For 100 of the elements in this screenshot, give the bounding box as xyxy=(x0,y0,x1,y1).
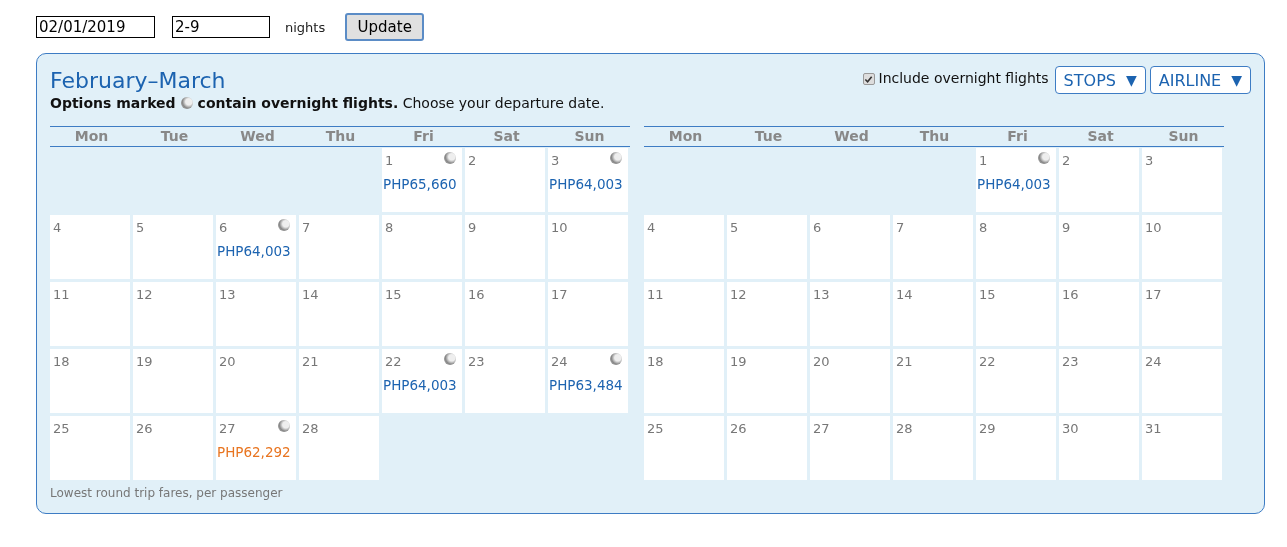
day-cell[interactable]: 25 xyxy=(644,416,724,480)
day-cell[interactable]: 12 xyxy=(133,282,213,346)
day-cell[interactable]: 8 xyxy=(976,215,1056,279)
day-number: 1 xyxy=(385,153,394,168)
day-number: 27 xyxy=(219,421,236,436)
day-cell[interactable]: 24 PHP63,484 xyxy=(548,349,628,413)
filter-dropdown[interactable]: AIRLINE ▼ xyxy=(1149,66,1251,94)
day-number: 28 xyxy=(302,421,319,436)
day-cell[interactable]: 1 PHP64,003 xyxy=(976,148,1056,212)
day-number: 21 xyxy=(896,354,913,369)
day-cell[interactable]: 13 xyxy=(810,282,890,346)
fare-price[interactable]: PHP63,484 xyxy=(549,377,623,393)
day-cell[interactable]: 30 xyxy=(1059,416,1139,480)
day-cell[interactable]: 25 xyxy=(50,416,130,480)
day-cell[interactable]: 26 xyxy=(727,416,807,480)
day-cell[interactable]: 7 xyxy=(299,215,379,279)
day-cell[interactable]: 22 xyxy=(976,349,1056,413)
day-number: 9 xyxy=(468,220,477,235)
day-cell[interactable]: 15 xyxy=(382,282,462,346)
day-cell[interactable]: 21 xyxy=(299,349,379,413)
day-cell[interactable]: 1 PHP65,660 xyxy=(382,148,462,212)
day-cell[interactable]: 5 xyxy=(133,215,213,279)
day-cell[interactable]: 19 xyxy=(133,349,213,413)
day-number: 7 xyxy=(302,220,311,235)
day-cell[interactable]: 18 xyxy=(644,349,724,413)
day-cell[interactable]: 12 xyxy=(727,282,807,346)
fare-price[interactable]: PHP62,292 xyxy=(217,444,291,460)
day-number: 24 xyxy=(551,354,568,369)
date-field[interactable]: 02/01/2019 xyxy=(36,16,155,38)
day-cell[interactable]: 9 xyxy=(1059,215,1139,279)
weekday-header: Sat xyxy=(492,127,521,146)
weekday-header: Mon xyxy=(73,127,110,146)
day-cell[interactable]: 23 xyxy=(465,349,545,413)
day-cell[interactable]: 3 PHP64,003 xyxy=(548,148,628,212)
day-cell[interactable]: 3 xyxy=(1142,148,1222,212)
update-button[interactable]: Update xyxy=(345,13,425,41)
day-number: 26 xyxy=(136,421,153,436)
day-cell[interactable]: 28 xyxy=(299,416,379,480)
fare-price[interactable]: PHP64,003 xyxy=(383,377,457,393)
day-cell[interactable]: 10 xyxy=(548,215,628,279)
overnight-icon xyxy=(180,97,193,110)
day-cell[interactable]: 14 xyxy=(893,282,973,346)
day-cell[interactable]: 26 xyxy=(133,416,213,480)
day-cell[interactable]: 10 xyxy=(1142,215,1222,279)
checkbox[interactable] xyxy=(862,73,875,85)
day-number: 5 xyxy=(730,220,739,235)
day-cell[interactable]: 7 xyxy=(893,215,973,279)
day-number: 6 xyxy=(813,220,822,235)
fare-price[interactable]: PHP64,003 xyxy=(977,176,1051,192)
fare-price[interactable]: PHP64,003 xyxy=(217,243,291,259)
day-cell[interactable]: 14 xyxy=(299,282,379,346)
day-cell[interactable]: 17 xyxy=(548,282,628,346)
day-cell[interactable]: 15 xyxy=(976,282,1056,346)
weekday-header: Wed xyxy=(833,127,870,146)
day-number: 16 xyxy=(468,287,485,302)
day-number: 14 xyxy=(302,287,319,302)
day-cell[interactable]: 4 xyxy=(50,215,130,279)
day-number: 8 xyxy=(385,220,394,235)
day-cell[interactable]: 2 xyxy=(1059,148,1139,212)
calendar-title: February–March xyxy=(50,69,227,94)
day-cell[interactable]: 27 xyxy=(810,416,890,480)
day-cell[interactable]: 23 xyxy=(1059,349,1139,413)
day-number: 17 xyxy=(1145,287,1162,302)
day-cell[interactable]: 21 xyxy=(893,349,973,413)
nights-field[interactable]: 2-9 xyxy=(172,16,270,38)
day-cell[interactable]: 22 PHP64,003 xyxy=(382,349,462,413)
day-cell[interactable]: 13 xyxy=(216,282,296,346)
day-cell[interactable]: 29 xyxy=(976,416,1056,480)
day-number: 15 xyxy=(979,287,996,302)
day-cell[interactable]: 20 xyxy=(216,349,296,413)
day-number: 10 xyxy=(551,220,568,235)
day-cell[interactable]: 11 xyxy=(50,282,130,346)
day-cell[interactable]: 31 xyxy=(1142,416,1222,480)
day-number: 13 xyxy=(813,287,830,302)
day-cell[interactable]: 16 xyxy=(1059,282,1139,346)
day-cell[interactable]: 11 xyxy=(644,282,724,346)
day-cell[interactable]: 6 PHP64,003 xyxy=(216,215,296,279)
day-cell[interactable]: 18 xyxy=(50,349,130,413)
day-cell[interactable]: 4 xyxy=(644,215,724,279)
day-cell[interactable]: 16 xyxy=(465,282,545,346)
day-cell[interactable]: 20 xyxy=(810,349,890,413)
day-number: 19 xyxy=(730,354,747,369)
day-cell[interactable]: 2 xyxy=(465,148,545,212)
filter-dropdown[interactable]: STOPS ▼ xyxy=(1054,66,1146,94)
day-cell[interactable]: 17 xyxy=(1142,282,1222,346)
day-number: 19 xyxy=(136,354,153,369)
day-cell[interactable]: 5 xyxy=(727,215,807,279)
day-cell[interactable]: 27 PHP62,292 xyxy=(216,416,296,480)
day-cell[interactable]: 6 xyxy=(810,215,890,279)
day-cell[interactable]: 19 xyxy=(727,349,807,413)
day-number: 15 xyxy=(385,287,402,302)
day-number: 30 xyxy=(1062,421,1079,436)
day-number: 11 xyxy=(647,287,664,302)
fare-price[interactable]: PHP64,003 xyxy=(549,176,623,192)
fare-price[interactable]: PHP65,660 xyxy=(383,176,457,192)
day-cell[interactable]: 8 xyxy=(382,215,462,279)
day-number: 18 xyxy=(647,354,664,369)
day-cell[interactable]: 28 xyxy=(893,416,973,480)
day-cell[interactable]: 9 xyxy=(465,215,545,279)
day-cell[interactable]: 24 xyxy=(1142,349,1222,413)
